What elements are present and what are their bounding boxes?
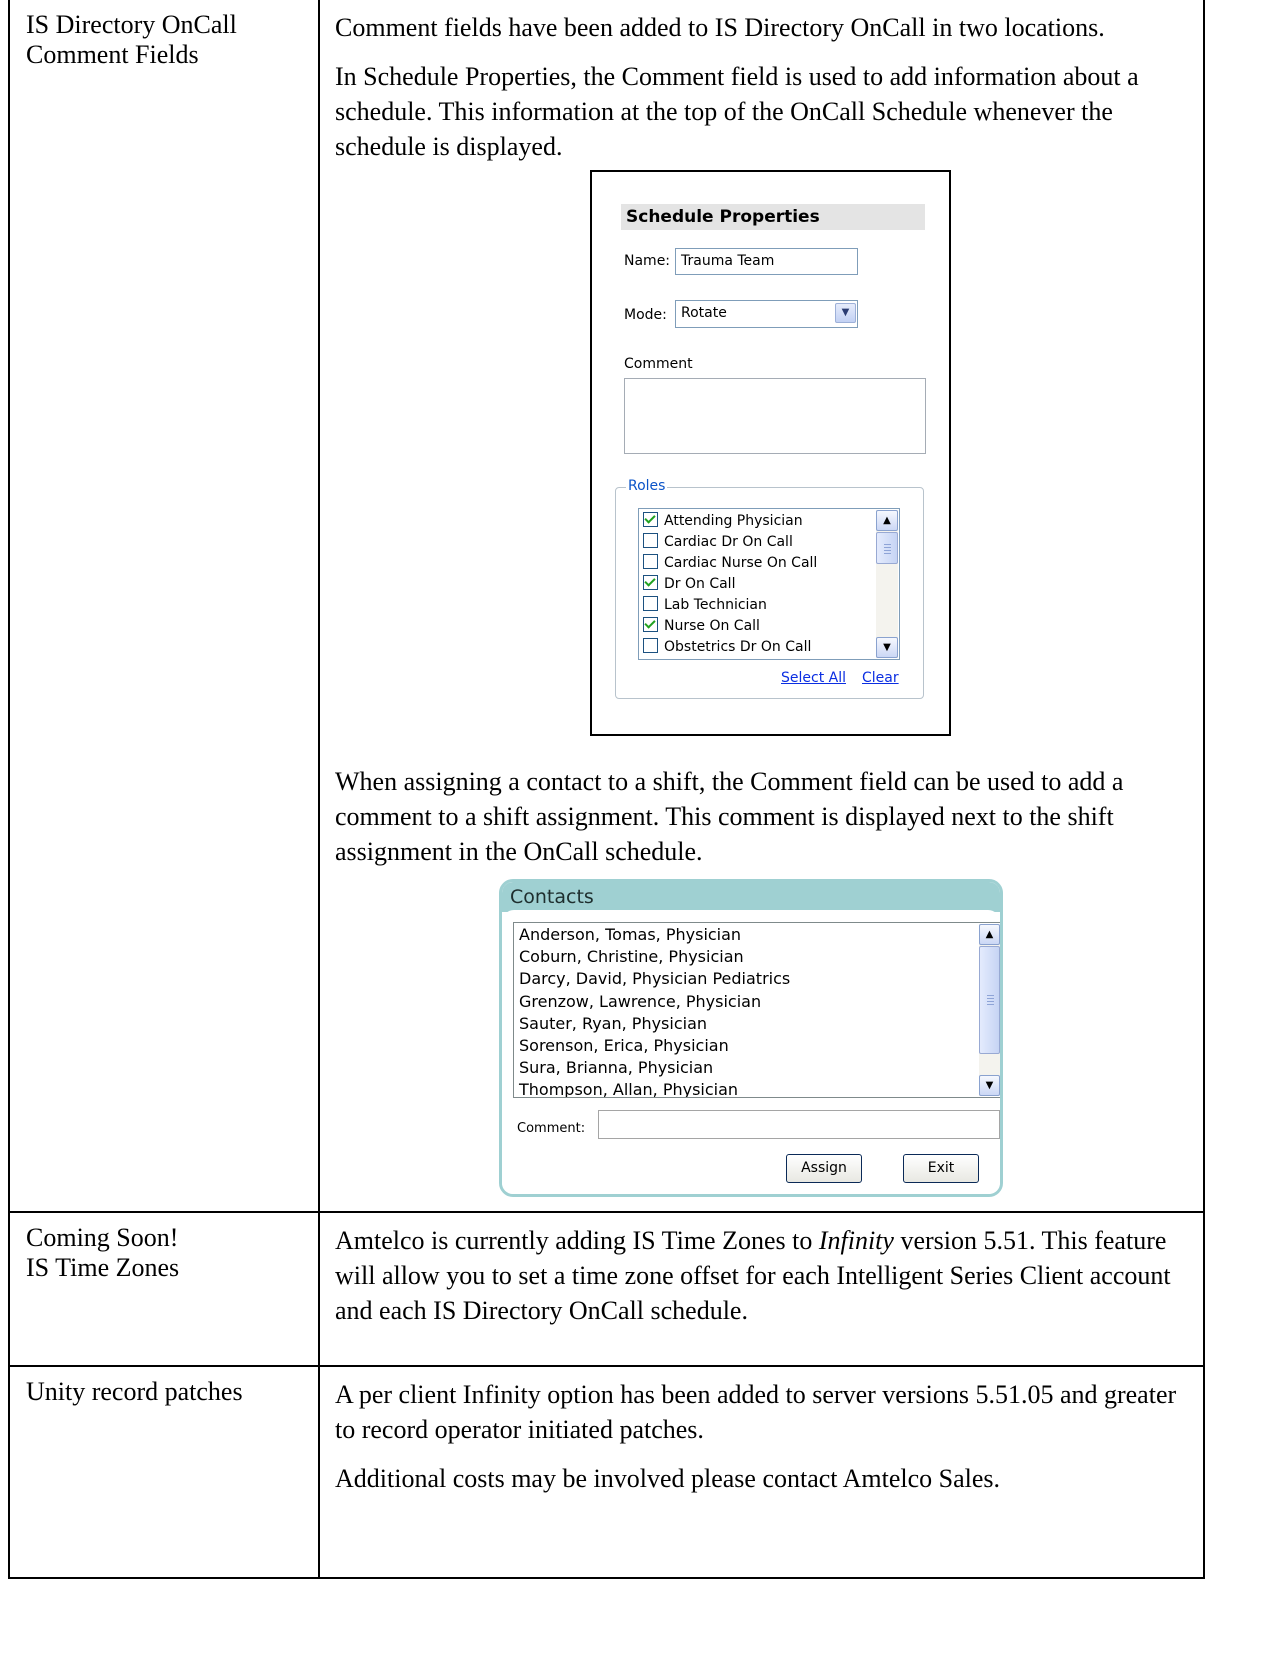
schedule-properties-figure: Schedule Properties Name: Trauma Team Mo… [320,164,1203,764]
feature-label: Unity record patches [10,1367,318,1407]
role-checkbox[interactable] [643,512,658,527]
chevron-up-icon[interactable]: ▲ [876,510,898,531]
role-checkbox[interactable] [643,554,658,569]
description-paragraph: Additional costs may be involved please … [335,1464,1001,1493]
role-label: Attending Physician [664,513,803,529]
product-name: Infinity [818,1226,894,1255]
role-item[interactable]: Lab Technician [643,595,767,616]
table-row: Coming Soon! IS Time Zones Amtelco is cu… [8,1211,1205,1367]
description-paragraph: In Schedule Properties, the Comment fiel… [335,62,1139,161]
role-checkbox[interactable] [643,638,658,653]
clear-link[interactable]: Clear [862,670,899,686]
feature-label: Coming Soon! IS Time Zones [10,1213,318,1283]
role-label: Cardiac Nurse On Call [664,555,818,571]
chevron-down-icon[interactable]: ▼ [979,1075,1000,1096]
role-label: Lab Technician [664,597,767,613]
feature-label-line: IS Time Zones [26,1253,180,1282]
description-text: Amtelco is currently adding IS Time Zone… [335,1226,819,1255]
feature-description-cell: A per client Infinity option has been ad… [318,1365,1205,1579]
description-paragraph: Comment fields have been added to IS Dir… [335,13,1105,42]
chevron-down-icon[interactable]: ▼ [876,637,898,658]
contact-item[interactable]: Anderson, Tomas, Physician [519,924,741,946]
role-item[interactable]: Cardiac Nurse On Call [643,553,817,574]
role-checkbox[interactable] [643,596,658,611]
contact-item[interactable]: Sauter, Ryan, Physician [519,1013,707,1035]
role-checkbox[interactable] [643,533,658,548]
roles-group: Roles ▲ ▼ Attending Physician Cardiac Dr … [615,478,924,699]
description-paragraph: When assigning a contact to a shift, the… [335,767,1124,866]
contact-item[interactable]: Sura, Brianna, Physician [519,1057,713,1079]
contacts-title-bar: Contacts [502,882,1000,912]
feature-label-line: Unity record patches [26,1377,243,1406]
schedule-comment-field[interactable] [624,378,926,454]
contact-item[interactable]: Thompson, Allan, Physician [519,1079,738,1097]
description-paragraph: A per client Infinity option has been ad… [335,1380,1177,1444]
name-label: Name: [624,253,671,269]
mode-value: Rotate [681,305,727,321]
contacts-scrollbar[interactable]: ▲ ▼ [979,924,1000,1096]
roles-legend: Roles [626,478,668,494]
name-field[interactable]: Trauma Team [675,248,858,275]
release-notes-table: IS Directory OnCall Comment Fields Comme… [8,0,1205,1579]
feature-label-line: IS Directory OnCall [26,10,237,39]
feature-label-line: Comment Fields [26,40,199,69]
table-row: Unity record patches A per client Infini… [8,1365,1205,1579]
contacts-figure: Contacts ▲ ▼ Anderson, Tomas, Physician … [320,869,1203,1211]
shift-comment-field[interactable] [598,1110,1000,1139]
roles-list[interactable]: ▲ ▼ Attending Physician Cardiac Dr On Cal… [638,508,900,660]
role-label: Cardiac Dr On Call [664,534,793,550]
role-item[interactable]: Nurse On Call [643,616,760,637]
contact-item[interactable]: Darcy, David, Physician Pediatrics [519,968,790,990]
roles-scrollbar[interactable]: ▲ ▼ [876,510,898,658]
exit-button[interactable]: Exit [903,1154,979,1183]
feature-label-cell: Coming Soon! IS Time Zones [8,1211,320,1367]
role-label: Dr On Call [664,576,736,592]
role-item[interactable]: Dr On Call [643,574,735,595]
assign-button[interactable]: Assign [786,1154,862,1183]
feature-label-cell: Unity record patches [8,1365,320,1579]
mode-select[interactable]: Rotate ▼ [675,300,858,328]
feature-label: IS Directory OnCall Comment Fields [10,0,318,70]
contact-item[interactable]: Coburn, Christine, Physician [519,946,744,968]
contacts-body: ▲ ▼ Anderson, Tomas, Physician Coburn, Ch… [502,910,1000,1194]
feature-label-cell: IS Directory OnCall Comment Fields [8,0,320,1213]
contacts-panel: Contacts ▲ ▼ Anderson, Tomas, Physician … [499,879,1003,1197]
role-label: Nurse On Call [664,618,760,634]
description-paragraph: Amtelco is currently adding IS Time Zone… [320,1223,1203,1328]
role-label: Obstetrics Dr On Call [664,639,812,655]
chevron-up-icon[interactable]: ▲ [979,924,1000,945]
chevron-down-icon[interactable]: ▼ [835,303,856,323]
comment-label: Comment [624,356,693,372]
contacts-title: Contacts [510,886,594,908]
scrollbar-thumb[interactable] [876,532,898,564]
mode-label: Mode: [624,307,667,323]
select-all-link[interactable]: Select All [781,670,846,686]
contact-item[interactable]: Sorenson, Erica, Physician [519,1035,729,1057]
contact-item[interactable]: Grenzow, Lawrence, Physician [519,991,761,1013]
schedule-properties-panel: Schedule Properties Name: Trauma Team Mo… [590,170,951,736]
panel-title: Schedule Properties [621,204,925,230]
scrollbar-thumb[interactable] [979,946,1000,1054]
role-checkbox[interactable] [643,575,658,590]
feature-description-cell: Comment fields have been added to IS Dir… [318,0,1205,1213]
role-item[interactable]: Cardiac Dr On Call [643,532,793,553]
shift-comment-label: Comment: [517,1121,586,1136]
role-item[interactable]: Obstetrics Dr On Call [643,637,811,658]
contacts-list[interactable]: ▲ ▼ Anderson, Tomas, Physician Coburn, Ch… [513,922,1000,1098]
role-item[interactable]: Attending Physician [643,511,803,532]
feature-description-cell: Amtelco is currently adding IS Time Zone… [318,1211,1205,1367]
role-checkbox[interactable] [643,617,658,632]
table-row: IS Directory OnCall Comment Fields Comme… [8,0,1205,1213]
feature-label-line: Coming Soon! [26,1223,179,1252]
